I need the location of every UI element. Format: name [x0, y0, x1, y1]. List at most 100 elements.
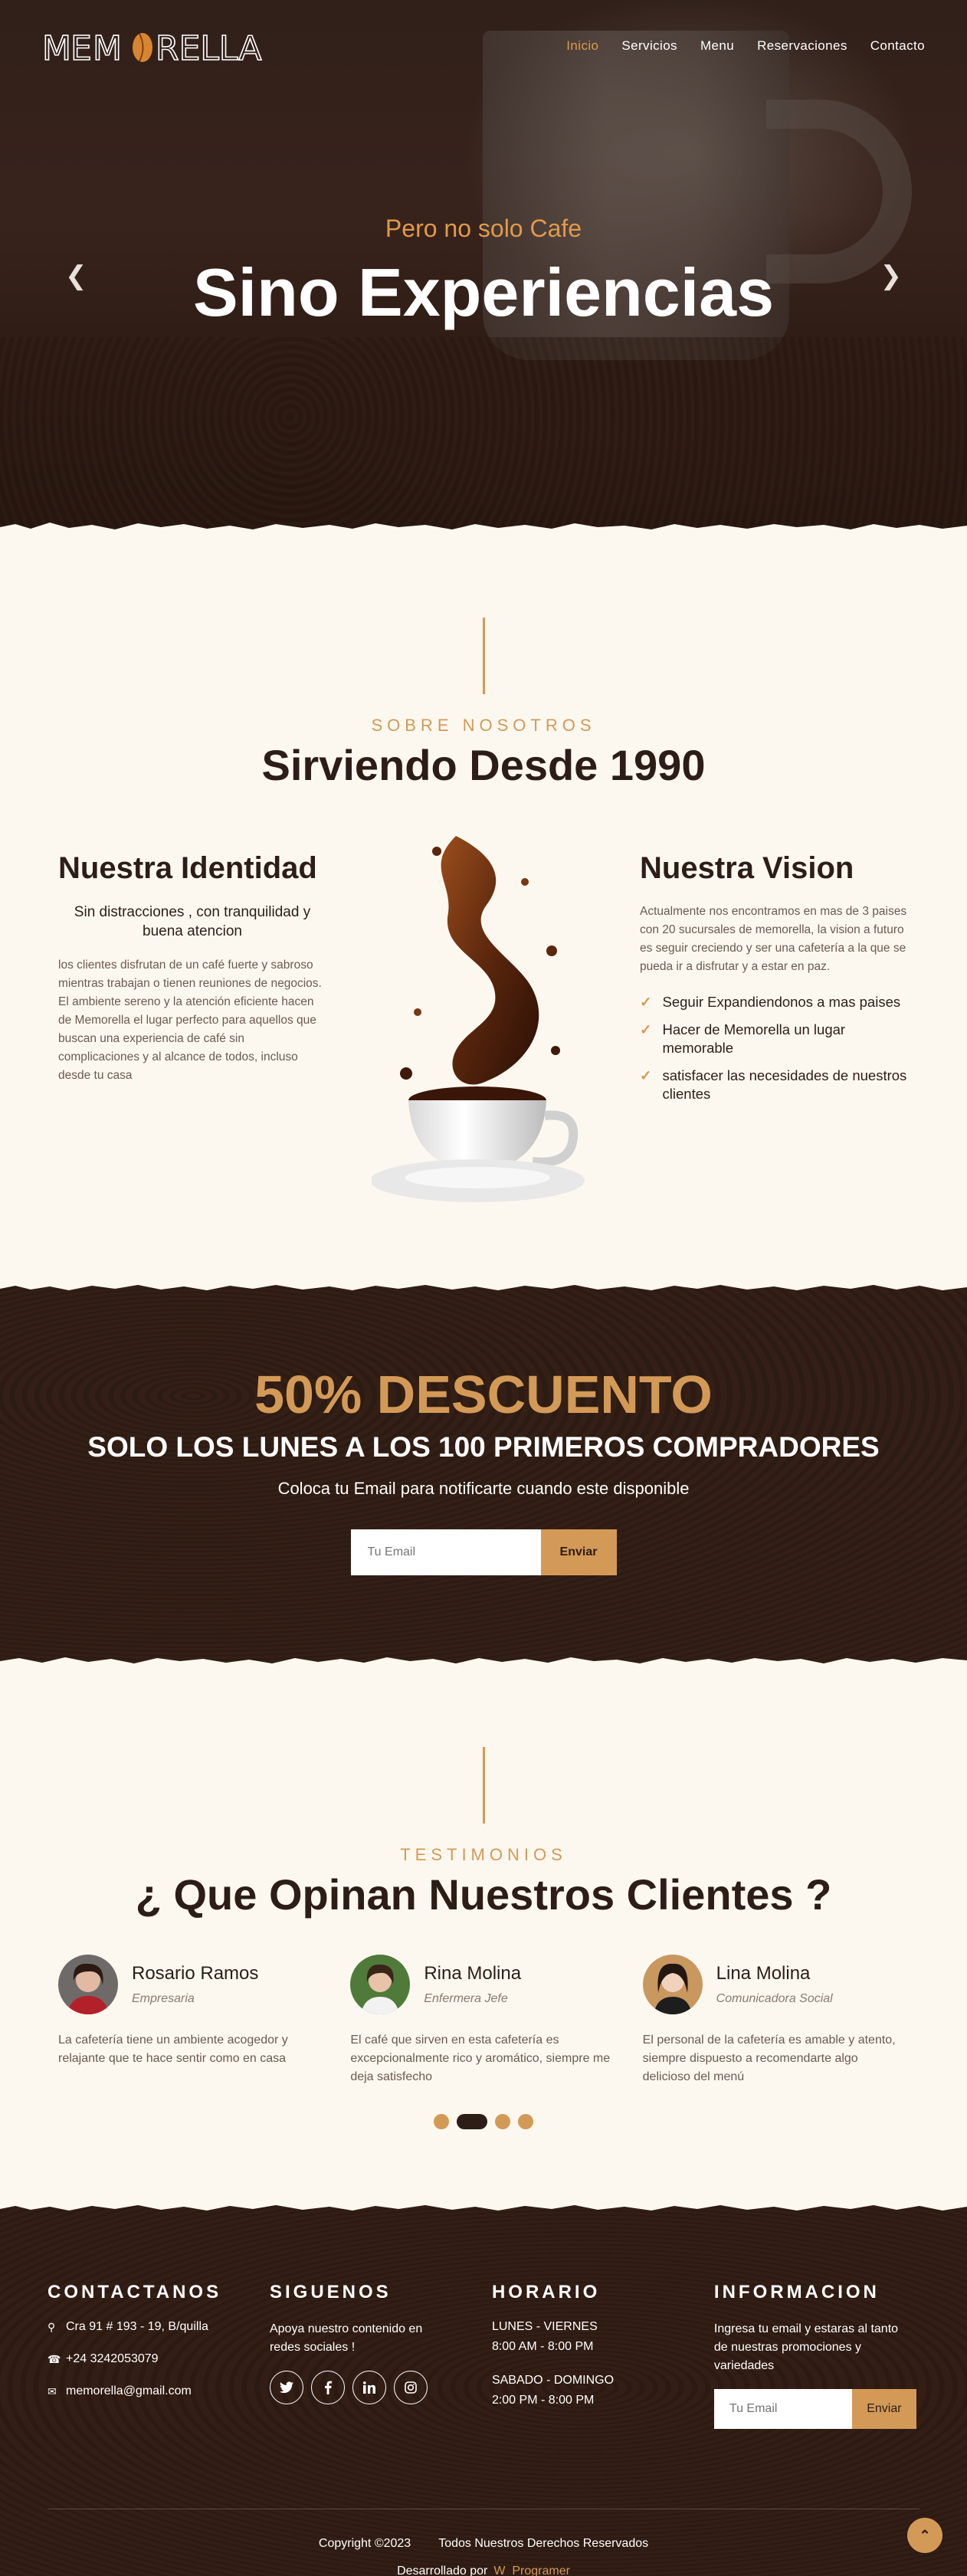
memorella-logo[interactable]: ME M RELLA [42, 23, 264, 69]
logo-text-m: M [93, 29, 122, 68]
section-divider-line [482, 1747, 485, 1824]
testimonial-role: Empresaria [132, 1992, 195, 2005]
nav-item-reservaciones[interactable]: Reservaciones [757, 38, 847, 54]
testimonial-card: Lina Molina Comunicadora Social El perso… [642, 1955, 909, 2086]
testimonials-title: ¿ Que Opinan Nuestros Clientes ? [135, 1870, 832, 1919]
nav-item-inicio[interactable]: Inicio [566, 38, 598, 54]
testimonial-name: Lina Molina [716, 1963, 811, 1984]
promo-subscribe-form: Enviar [0, 1529, 967, 1575]
copyright-text: Copyright ©2023 [318, 2537, 411, 2550]
footer-copyright-row: Copyright ©2023 Todos Nuestros Derechos R… [48, 2537, 919, 2551]
navbar: ME M RELLA Inicio Servicios Menu Reserva… [0, 0, 967, 92]
footer-info-heading: INFORMACION [713, 2282, 880, 2302]
promo-email-input[interactable] [350, 1529, 541, 1575]
carousel-dot[interactable] [518, 2114, 533, 2129]
vision-point: Hacer de Memorella un lugar memorable [662, 1021, 846, 1056]
page: ME M RELLA Inicio Servicios Menu Reserva… [0, 0, 967, 2576]
linkedin-icon[interactable] [352, 2371, 386, 2404]
testimonial-card: Rina Molina Enfermera Jefe El café que s… [350, 1955, 616, 2086]
torn-paper-divider [0, 523, 967, 536]
twitter-icon[interactable] [269, 2371, 303, 2404]
hero-subtitle: Pero no solo Cafe [385, 215, 582, 242]
testimonials-kicker: TESTIMONIOS [400, 1845, 567, 1864]
testimonial-text: El café que sirven en esta cafetería es … [350, 2034, 611, 2083]
weekdays-label: LUNES - VIERNES [491, 2320, 598, 2333]
footer-email[interactable]: ✉ memorella@gmail.com [48, 2384, 270, 2398]
promo-subheadline: SOLO LOS LUNES A LOS 100 PRIMEROS COMPRA… [87, 1431, 880, 1463]
testimonial-text: La cafetería tiene un ambiente acogedor … [58, 2034, 288, 2065]
footer: CONTACTANOS ⚲ Cra 91 # 193 - 19, B/quilla… [0, 2199, 967, 2576]
list-item: ✓ Hacer de Memorella un lugar memorable [640, 1021, 913, 1057]
carousel-dot[interactable] [495, 2114, 510, 2129]
email-text: memorella@gmail.com [66, 2384, 192, 2397]
list-item: ✓ Seguir Expandiendonos a mas paises [640, 993, 913, 1011]
footer-follow-heading: SIGUENOS [269, 2282, 392, 2302]
testimonial-name: Rosario Ramos [132, 1963, 259, 1984]
footer-phone: ☎ +24 3242053079 [48, 2352, 270, 2366]
about-kicker: SOBRE NOSOTROS [371, 716, 596, 735]
testimonial-name: Rina Molina [424, 1963, 522, 1984]
weekdays-hours: 8:00 AM - 8:00 PM [491, 2340, 594, 2353]
footer-send-button[interactable]: Enviar [851, 2389, 916, 2429]
hero-section: ME M RELLA Inicio Servicios Menu Reserva… [0, 0, 967, 536]
vision-body: Actualmente nos encontramos en mas de 3 … [640, 905, 907, 973]
about-title: Sirviendo Desde 1990 [261, 741, 706, 789]
footer-follow: SIGUENOS Apoya nuestro contenido en rede… [269, 2282, 492, 2429]
avatar [642, 1955, 703, 2014]
location-pin-icon: ⚲ [48, 2320, 56, 2333]
phone-icon: ☎ [48, 2352, 61, 2365]
testimonial-role: Comunicadora Social [716, 1992, 833, 2005]
footer-follow-text: Apoya nuestro contenido en redes sociale… [269, 2322, 423, 2354]
vision-column: Nuestra Vision Actualmente nos encontram… [640, 851, 913, 1113]
vision-point: satisfacer las necesidades de nuestros c… [662, 1067, 907, 1102]
footer-email-input[interactable] [713, 2389, 852, 2429]
nav-item-contacto[interactable]: Contacto [870, 38, 925, 54]
nav-item-menu[interactable]: Menu [700, 38, 734, 54]
envelope-icon: ✉ [48, 2384, 57, 2397]
carousel-dots [0, 2114, 967, 2129]
facebook-icon[interactable] [310, 2371, 345, 2404]
main-menu: Inicio Servicios Menu Reservaciones Cont… [566, 38, 925, 54]
check-icon: ✓ [640, 994, 652, 1010]
carousel-dot[interactable] [434, 2114, 449, 2129]
address-text: Cra 91 # 193 - 19, B/quilla [66, 2320, 208, 2333]
nav-item-servicios[interactable]: Servicios [621, 38, 677, 54]
footer-columns: CONTACTANOS ⚲ Cra 91 # 193 - 19, B/quilla… [0, 2199, 967, 2429]
footer-info-text: Ingresa tu email y estaras al tanto de n… [713, 2322, 899, 2372]
torn-paper-divider [0, 1278, 967, 1290]
footer-dev-row: Desarrollado por W_Programer [48, 2565, 919, 2576]
testimonial-role: Enfermera Jefe [424, 1992, 508, 2005]
weekend-hours: 2:00 PM - 8:00 PM [491, 2394, 595, 2407]
scroll-to-top-button[interactable]: ⌃ [907, 2518, 942, 2553]
promo-content: 50% DESCUENTO SOLO LOS LUNES A LOS 100 P… [0, 1278, 967, 1575]
check-icon: ✓ [640, 1021, 652, 1037]
footer-contact: CONTACTANOS ⚲ Cra 91 # 193 - 19, B/quilla… [48, 2282, 270, 2429]
dev-label: Desarrollado por [397, 2565, 488, 2576]
rights-text: Todos Nuestros Derechos Reservados [438, 2537, 649, 2550]
identity-body: los clientes disfrutan de un café fuerte… [58, 959, 322, 1082]
list-item: ✓ satisfacer las necesidades de nuestros … [640, 1067, 913, 1103]
phone-text: +24 3242053079 [66, 2352, 159, 2365]
torn-paper-divider [0, 2199, 967, 2211]
dev-link[interactable]: W_Programer [493, 2565, 570, 2576]
promo-text: Coloca tu Email para notificarte cuando … [277, 1479, 690, 1498]
logo-text: ME [42, 29, 91, 68]
carousel-dot-active[interactable] [457, 2114, 487, 2129]
double-chevron-up-icon: ⌃ [919, 2527, 931, 2543]
promo-headline: 50% DESCUENTO [254, 1365, 713, 1424]
identity-lead: Sin distracciones , con tranquilidad y b… [74, 904, 311, 939]
avatar [58, 1955, 118, 2014]
vision-point: Seguir Expandiendonos a mas paises [662, 994, 901, 1010]
footer-info: INFORMACION Ingresa tu email y estaras a… [713, 2282, 919, 2429]
identity-column: Nuestra Identidad Sin distracciones , co… [58, 851, 326, 1085]
promo-send-button[interactable]: Enviar [540, 1529, 617, 1575]
identity-heading: Nuestra Identidad [58, 851, 317, 885]
testimonial-header: Lina Molina Comunicadora Social [642, 1955, 909, 2014]
testimonial-header: Rosario Ramos Empresaria [58, 1955, 324, 2014]
footer-bottom-bar: Copyright ©2023 Todos Nuestros Derechos R… [48, 2509, 919, 2576]
hero-text: Pero no solo Cafe Sino Experiencias [0, 215, 967, 332]
footer-subscribe-form: Enviar [713, 2389, 919, 2429]
about-grid: Nuestra Identidad Sin distracciones , co… [0, 821, 967, 1219]
check-icon: ✓ [640, 1067, 652, 1083]
instagram-icon[interactable] [393, 2371, 428, 2404]
